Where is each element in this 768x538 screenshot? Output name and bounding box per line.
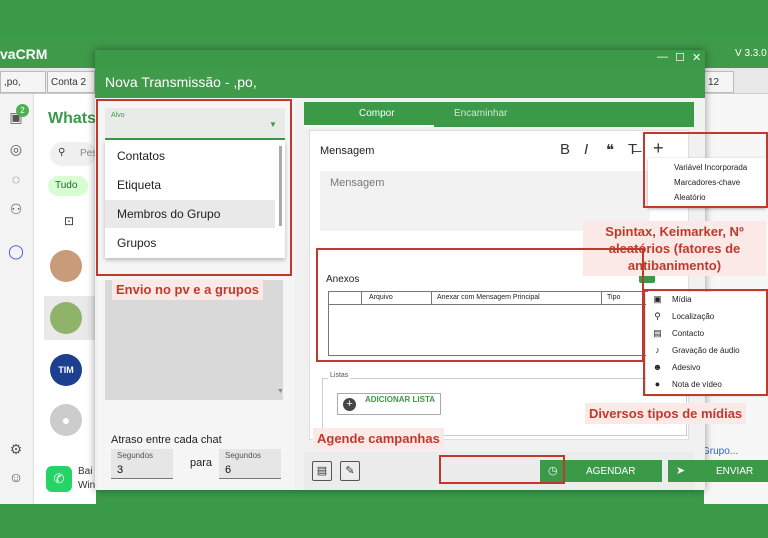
highlight-media-menu [643, 289, 768, 396]
account-tab-1[interactable]: ,po, [0, 71, 46, 93]
active-tab-indicator [304, 125, 434, 127]
italic-button[interactable]: I [584, 141, 588, 158]
dialog-header: Nova Transmissão - ,po, [95, 68, 705, 98]
app-sidebar: ▣ ◎ ◌ ⚇ ◯ ⚙ ☺ [0, 94, 34, 504]
send-button[interactable]: ➤ ENVIAR [668, 460, 768, 482]
archived-icon[interactable]: ⊡ [64, 214, 74, 228]
dialog-titlebar: — ☐ ✕ [95, 50, 705, 68]
group-link[interactable]: Grupo... [702, 446, 738, 457]
chat-row-selected[interactable] [44, 296, 96, 340]
edit-icon[interactable]: ✎ [340, 461, 360, 481]
send-label: ENVIAR [716, 466, 754, 477]
app-version: V 3.3.0 [735, 48, 767, 59]
tab-compose[interactable]: Compor [359, 108, 395, 119]
search-icon: ⚲ [58, 147, 66, 158]
schedule-label: AGENDAR [586, 466, 636, 477]
bold-button[interactable]: B [560, 141, 570, 158]
default-avatar-icon[interactable]: ● [50, 404, 82, 436]
delay-max-value: 6 [225, 464, 232, 476]
quote-button[interactable]: ❝ [606, 141, 614, 159]
app-top-band [0, 0, 768, 38]
tab-forward[interactable]: Encaminhar [454, 108, 507, 119]
profile-icon[interactable]: ☺ [5, 466, 27, 488]
avatar [50, 302, 82, 334]
unread-badge: 2 [16, 104, 29, 117]
minimize-icon[interactable]: — [657, 51, 668, 63]
chat-list-panel: WhatsA ⚲ Pes Tudo ⊡ TIM ● [34, 94, 108, 504]
highlight-schedule-button [439, 455, 565, 484]
tim-avatar[interactable]: TIM [50, 354, 82, 386]
callout-schedule: Agende campanhas [313, 428, 444, 449]
dialog-title: Nova Transmissão - ,po, [105, 74, 257, 90]
delay-min-field[interactable]: Segundos 3 [111, 449, 173, 479]
avatar[interactable] [50, 250, 82, 282]
app-bottom-band [0, 504, 768, 538]
compose-tab-bar: Compor Encaminhar [304, 102, 694, 127]
meta-ai-icon[interactable]: ◯ [5, 240, 27, 262]
plus-circle-icon: + [343, 398, 356, 411]
save-icon[interactable]: ▤ [312, 461, 332, 481]
filter-all-chip[interactable]: Tudo [48, 176, 88, 196]
search-input[interactable]: ⚲ Pes [50, 142, 97, 166]
highlight-target-dropdown [96, 99, 292, 276]
add-list-button[interactable]: + ADICIONAR LISTA [337, 393, 441, 415]
status-icon[interactable]: ◎ [5, 138, 27, 160]
lists-label: Listas [328, 372, 351, 379]
app-title: vaCRM [0, 46, 48, 62]
whatsapp-logo-icon: ✆ [46, 466, 72, 492]
callout-groups: Envio no pv e a grupos [112, 279, 264, 300]
banner-title: Bai [78, 466, 93, 477]
delay-min-unit: Segundos [117, 451, 154, 460]
scroll-down-icon[interactable]: ▼ [277, 388, 284, 395]
maximize-icon[interactable]: ☐ [675, 51, 685, 64]
highlight-variables-menu [643, 132, 768, 208]
highlight-attachments [316, 248, 644, 362]
strikethrough-button[interactable]: T̶ [628, 141, 637, 158]
account-tab-2[interactable]: Conta 2 [47, 71, 95, 93]
delay-between-label: para [190, 457, 213, 469]
account-tab-12[interactable]: 12 [704, 71, 734, 93]
close-icon[interactable]: ✕ [692, 51, 701, 64]
callout-media: Diversos tipos de mídias [585, 403, 747, 424]
send-icon: ➤ [676, 465, 686, 477]
channels-icon[interactable]: ◌ [5, 168, 27, 190]
delay-max-unit: Segundos [225, 451, 262, 460]
settings-icon[interactable]: ⚙ [5, 438, 27, 460]
message-placeholder: Mensagem [330, 177, 385, 189]
delay-label: Atraso entre cada chat [111, 434, 222, 446]
communities-icon[interactable]: ⚇ [5, 198, 27, 220]
message-label: Mensagem [320, 145, 375, 157]
add-list-label: ADICIONAR LISTA [364, 395, 436, 404]
whatsapp-windows-banner: ✆ Bai Windows [36, 462, 119, 496]
delay-min-value: 3 [117, 464, 124, 476]
delay-max-field[interactable]: Segundos 6 [219, 449, 281, 479]
